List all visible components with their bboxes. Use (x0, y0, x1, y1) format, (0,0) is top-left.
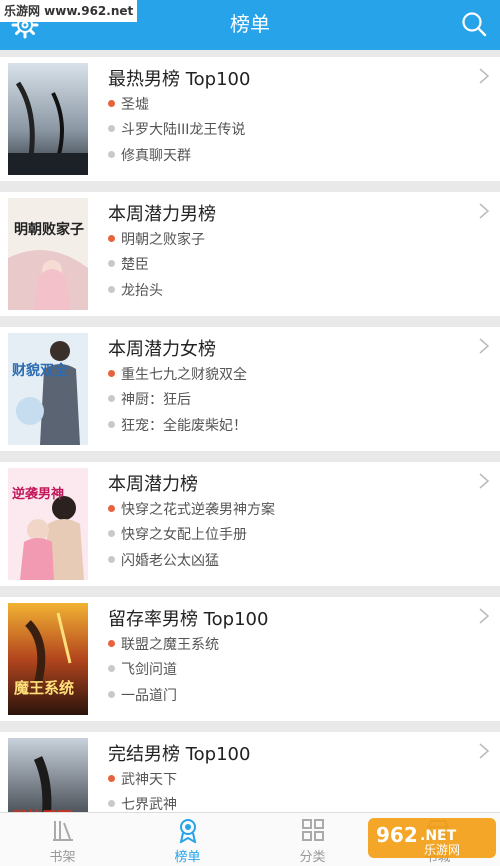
book-item[interactable]: 联盟之魔王系统 (108, 634, 219, 654)
dot-icon (108, 394, 115, 402)
ranking-title: 最热男榜 Top100 (108, 69, 251, 90)
book-item[interactable]: 圣墟 (108, 94, 149, 114)
hot-dot-icon (108, 99, 115, 107)
dot-icon (108, 259, 115, 267)
chevron-right-icon (479, 608, 490, 624)
book-cover: 逆袭男神 (8, 468, 88, 580)
book-item[interactable]: 武神天下 (108, 769, 177, 789)
book-item[interactable]: 神厨：狂后 (108, 389, 191, 409)
book-item[interactable]: 明朝之败家子 (108, 229, 205, 249)
ranking-title: 留存率男榜 Top100 (108, 609, 269, 630)
ranking-title: 本周潜力榜 (108, 474, 198, 495)
search-icon[interactable] (460, 10, 488, 38)
book-item[interactable]: 狂宠：全能废柴妃！ (108, 415, 247, 435)
dot-icon (108, 555, 115, 563)
dot-icon (108, 690, 115, 698)
dot-icon (108, 420, 115, 428)
book-item[interactable]: 快穿之女配上位手册 (108, 524, 247, 544)
tab-label: 榜单 (174, 850, 201, 865)
book-cover (8, 63, 88, 175)
svg-text:乐游网: 乐游网 (424, 843, 460, 857)
hot-dot-icon (108, 639, 115, 647)
book-item[interactable]: 飞剑问道 (108, 659, 177, 679)
ranking-list: 最热男榜 Top100 圣墟 斗罗大陆III龙王传说 修真聊天群 明朝败家子 本… (0, 57, 500, 866)
hot-dot-icon (108, 774, 115, 782)
book-item[interactable]: 龙抬头 (108, 280, 163, 300)
ranking-card-hot-male[interactable]: 最热男榜 Top100 圣墟 斗罗大陆III龙王传说 修真聊天群 (0, 57, 500, 181)
svg-text:逆袭男神: 逆袭男神 (12, 486, 64, 502)
ranking-card-weekly-potential[interactable]: 逆袭男神 本周潜力榜 快穿之花式逆袭男神方案 快穿之女配上位手册 闪婚老公太凶猛 (0, 462, 500, 586)
book-item[interactable]: 斗罗大陆III龙王传说 (108, 119, 245, 139)
bookshelf-icon (52, 821, 73, 841)
chevron-right-icon (479, 743, 490, 759)
ranking-title: 本周潜力女榜 (108, 339, 216, 360)
tab-rankings[interactable]: 榜单 (125, 813, 250, 866)
ranking-card-retention-male[interactable]: 魔王系统 留存率男榜 Top100 联盟之魔王系统 飞剑问道 一品道门 (0, 597, 500, 721)
dot-icon (108, 529, 115, 537)
hot-dot-icon (108, 504, 115, 512)
chevron-right-icon (479, 338, 490, 354)
book-cover: 魔王系统 (8, 603, 88, 715)
dot-icon (108, 664, 115, 672)
svg-text:962: 962 (376, 823, 418, 847)
hot-dot-icon (108, 369, 115, 377)
svg-text:.NET: .NET (420, 828, 457, 844)
book-item[interactable]: 楚臣 (108, 254, 149, 274)
ribbon-icon (179, 819, 196, 843)
svg-text:财貌双全: 财貌双全 (11, 362, 69, 379)
grid-icon (301, 819, 324, 841)
chevron-right-icon (479, 68, 490, 84)
svg-text:魔王系统: 魔王系统 (14, 679, 74, 697)
book-item[interactable]: 重生七九之财貌双全 (108, 364, 247, 384)
dot-icon (108, 799, 115, 807)
dot-icon (108, 150, 115, 158)
ranking-card-weekly-male[interactable]: 明朝败家子 本周潜力男榜 明朝之败家子 楚臣 龙抬头 (0, 192, 500, 316)
rankings-screen: 榜单 乐游网 www.962.net 最热男榜 Top100 圣墟 斗罗大陆II… (0, 0, 500, 866)
tab-bookshelf[interactable]: 书架 (0, 813, 125, 866)
ranking-card-weekly-female[interactable]: 财貌双全 本周潜力女榜 重生七九之财貌双全 神厨：狂后 狂宠：全能废柴妃！ (0, 327, 500, 451)
chevron-right-icon (479, 473, 490, 489)
book-cover: 明朝败家子 (8, 198, 88, 310)
book-item[interactable]: 一品道门 (108, 685, 177, 705)
svg-text:明朝败家子: 明朝败家子 (14, 221, 84, 238)
site-watermark-logo: 962 .NET 乐游网 (368, 818, 496, 858)
tab-categories[interactable]: 分类 (250, 813, 375, 866)
dot-icon (108, 124, 115, 132)
ranking-title: 完结男榜 Top100 (108, 744, 251, 765)
book-cover: 财貌双全 (8, 333, 88, 445)
dot-icon (108, 285, 115, 293)
ranking-title: 本周潜力男榜 (108, 204, 216, 225)
tab-label: 书架 (49, 850, 76, 865)
hot-dot-icon (108, 234, 115, 242)
book-item[interactable]: 七界武神 (108, 794, 177, 814)
book-item[interactable]: 闪婚老公太凶猛 (108, 550, 219, 570)
watermark-top: 乐游网 www.962.net (0, 0, 138, 22)
book-item[interactable]: 修真聊天群 (108, 145, 191, 165)
tab-label: 分类 (299, 850, 326, 865)
chevron-right-icon (479, 203, 490, 219)
book-item[interactable]: 快穿之花式逆袭男神方案 (108, 499, 275, 519)
